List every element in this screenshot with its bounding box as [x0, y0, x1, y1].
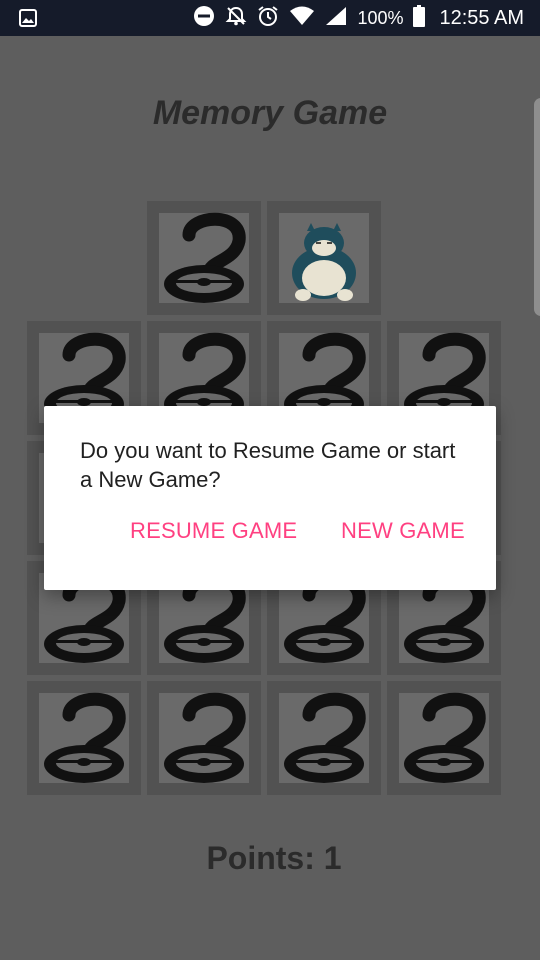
do-not-disturb-icon — [193, 5, 215, 32]
wifi-icon — [289, 6, 315, 31]
resume-dialog: Do you want to Resume Game or start a Ne… — [44, 406, 496, 590]
signal-icon — [325, 6, 347, 31]
memory-card[interactable] — [147, 681, 261, 795]
clock: 12:55 AM — [439, 6, 524, 29]
status-bar: 100% 12:55 AM — [0, 0, 540, 36]
page-title: Memory Game — [152, 94, 388, 132]
new-game-button[interactable]: NEW GAME — [341, 518, 465, 544]
battery-icon — [413, 4, 426, 32]
dialog-message: Do you want to Resume Game or start a Ne… — [80, 438, 456, 492]
memory-card[interactable] — [387, 681, 501, 795]
memory-card[interactable] — [147, 201, 261, 315]
memory-card-revealed[interactable] — [267, 201, 381, 315]
gallery-notification-icon — [18, 8, 38, 28]
memory-card[interactable] — [27, 681, 141, 795]
resume-game-button[interactable]: RESUME GAME — [130, 518, 297, 544]
alarm-icon — [257, 5, 279, 32]
points-label: Points: 1 — [206, 840, 342, 876]
battery-percent: 100% — [357, 7, 404, 28]
edge-panel-handle[interactable] — [534, 98, 540, 316]
notifications-muted-icon — [225, 5, 247, 32]
memory-card[interactable] — [267, 681, 381, 795]
